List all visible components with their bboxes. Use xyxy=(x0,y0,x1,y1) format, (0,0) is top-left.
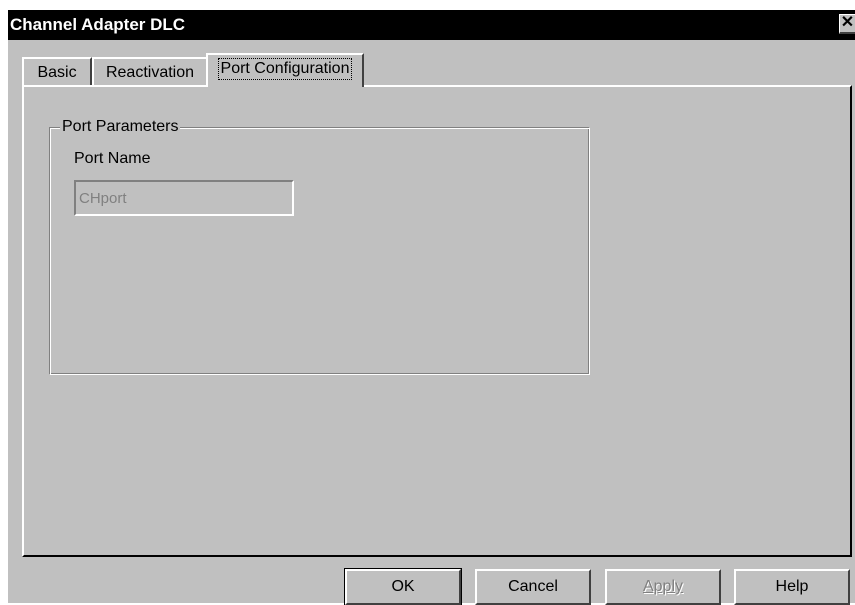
apply-button[interactable]: Apply xyxy=(605,569,721,605)
close-button[interactable]: ✕ xyxy=(839,14,855,34)
tab-reactivation-label: Reactivation xyxy=(105,64,195,81)
tab-basic[interactable]: Basic xyxy=(22,57,92,87)
cancel-button[interactable]: Cancel xyxy=(475,569,591,605)
tab-port-configuration[interactable]: Port Configuration xyxy=(206,53,364,87)
help-button[interactable]: Help xyxy=(734,569,850,605)
title-bar[interactable]: Channel Adapter DLC ✕ xyxy=(8,10,855,40)
tab-port-configuration-label: Port Configuration xyxy=(217,58,353,80)
window-title: Channel Adapter DLC xyxy=(10,15,186,34)
port-parameters-group: Port Parameters Port Name xyxy=(49,117,590,375)
apply-button-label: Apply xyxy=(642,578,684,595)
tab-panel: Port Parameters Port Name xyxy=(22,85,852,557)
dialog-window: Channel Adapter DLC ✕ Basic Reactivation… xyxy=(8,10,855,605)
close-icon: ✕ xyxy=(840,14,855,31)
port-parameters-label: Port Parameters xyxy=(60,117,181,137)
tab-basic-label: Basic xyxy=(37,64,77,81)
port-name-input[interactable] xyxy=(74,180,294,216)
tab-reactivation[interactable]: Reactivation xyxy=(92,57,208,87)
port-name-label: Port Name xyxy=(74,150,151,167)
ok-button[interactable]: OK xyxy=(344,568,462,605)
